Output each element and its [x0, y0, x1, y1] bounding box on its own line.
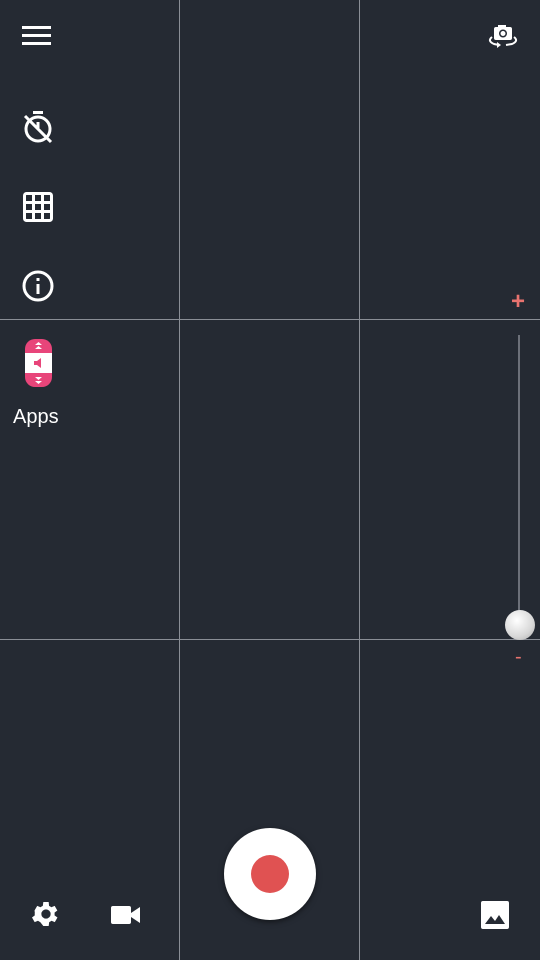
grid-line	[179, 0, 180, 960]
settings-icon[interactable]	[30, 898, 62, 930]
zoom-in-label[interactable]: +	[511, 288, 525, 316]
menu-icon[interactable]	[22, 25, 52, 47]
volume-apps-icon[interactable]	[25, 339, 53, 387]
apps-label[interactable]: Apps	[13, 406, 59, 429]
video-camera-icon[interactable]	[111, 904, 141, 926]
grid-line	[0, 639, 540, 640]
gallery-icon[interactable]	[481, 901, 509, 929]
record-button[interactable]	[224, 828, 316, 920]
zoom-slider-thumb[interactable]	[505, 610, 535, 640]
grid-line	[359, 0, 360, 960]
info-icon[interactable]	[22, 270, 54, 302]
record-dot	[251, 855, 289, 893]
switch-camera-icon[interactable]	[486, 24, 520, 50]
zoom-out-label[interactable]: -	[515, 646, 522, 669]
grid-icon[interactable]	[23, 192, 53, 222]
grid-line	[0, 319, 540, 320]
timer-off-icon[interactable]	[22, 111, 54, 145]
zoom-slider-track[interactable]	[518, 335, 520, 625]
